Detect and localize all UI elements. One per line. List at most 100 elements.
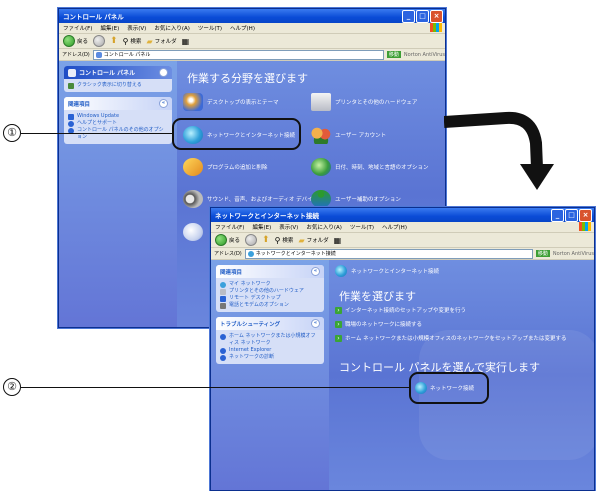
side-title: コントロール パネル [79, 70, 136, 77]
help-support-link[interactable]: ヘルプとサポート [68, 120, 168, 127]
address-label: アドレス(D) [62, 52, 90, 58]
related-box: 関連項目 « Windows Update ヘルプとサポート コントロール パネ… [64, 97, 172, 144]
troubleshooting-title: トラブルシューティング [220, 321, 281, 328]
collapse-icon[interactable]: « [311, 267, 320, 276]
help-icon [220, 355, 226, 361]
collapse-icon[interactable]: « [311, 319, 320, 328]
folders-button[interactable]: ▰ フォルダ [146, 37, 176, 46]
menu-tools[interactable]: ツール(T) [198, 24, 222, 32]
troubleshooting-box: トラブルシューティング « ホーム ネットワークまたは小規模オフィス ネットワー… [216, 317, 324, 364]
task-home-network-setup[interactable]: › ホーム ネットワークまたは小規模オフィスのネットワークをセットアップまたは変… [335, 334, 566, 342]
address-bar: アドレス(D) ネットワークとインターネット接続 移動 Norton AntiV… [211, 248, 594, 260]
address-field[interactable]: コントロール パネル [92, 49, 384, 60]
collapse-icon[interactable]: « [159, 68, 168, 77]
classic-view-link[interactable]: クラシック表示に切り替える [68, 82, 168, 89]
address-field[interactable]: ネットワークとインターネット接続 [244, 248, 533, 259]
category-user-accounts[interactable]: ユーザー アカウント [311, 126, 386, 144]
menu-edit[interactable]: 編集(E) [100, 24, 119, 32]
related-title: 関連項目 [220, 269, 243, 276]
toolbar: 戻る ⬆ ⚲ 検索 ▰ フォルダ ▦ [211, 233, 594, 248]
home-network-help-link[interactable]: ホーム ネットワークまたは小規模オフィス ネットワーク [220, 333, 320, 347]
minimize-button[interactable]: _ [402, 10, 415, 23]
task-pane: 関連項目 « マイ ネットワーク プリンタとその他のハードウェア リモート デス… [211, 260, 329, 490]
internet-explorer-help-link[interactable]: Internet Explorer [220, 347, 320, 354]
phone-modem-link[interactable]: 電話とモデムのオプション [220, 302, 320, 309]
printer-icon [311, 93, 331, 111]
menu-edit[interactable]: 編集(E) [252, 223, 271, 231]
maximize-button[interactable]: □ [416, 10, 429, 23]
menu-favorites[interactable]: お気に入り(A) [154, 24, 190, 32]
minimize-button[interactable]: _ [551, 209, 564, 222]
search-button[interactable]: ⚲ 検索 [275, 236, 294, 245]
menu-view[interactable]: 表示(V) [127, 24, 146, 32]
back-arrow-icon [215, 234, 227, 246]
arrow-right-icon: › [335, 334, 342, 342]
control-panel-box: コントロール パネル « クラシック表示に切り替える [64, 66, 172, 92]
folder-icon: ▰ [146, 36, 153, 46]
up-folder-icon[interactable]: ⬆ [110, 36, 118, 46]
category-add-remove-programs[interactable]: プログラムの追加と削除 [183, 158, 267, 176]
search-icon: ⚲ [122, 36, 129, 46]
category-sounds[interactable]: サウンド、音声、およびオーディオ デバイス [183, 190, 318, 208]
menu-favorites[interactable]: お気に入り(A) [306, 223, 342, 231]
page-heading: 作業する分野を選びます [187, 72, 308, 85]
printers-link[interactable]: プリンタとその他のハードウェア [220, 288, 320, 295]
help-icon [220, 334, 226, 340]
windows-logo-icon [430, 23, 442, 32]
menu-tools[interactable]: ツール(T) [350, 223, 374, 231]
forward-arrow-icon [93, 35, 106, 47]
menu-bar: ファイル(F) 編集(E) 表示(V) お気に入り(A) ツール(T) ヘルプ(… [211, 222, 594, 233]
network-diagnostics-link[interactable]: ネットワークの診断 [220, 354, 320, 361]
remote-desktop-link[interactable]: リモート デスクトップ [220, 295, 320, 302]
my-network-link[interactable]: マイ ネットワーク [220, 281, 320, 288]
maximize-button[interactable]: □ [565, 209, 578, 222]
norton-label: Norton AntiVirus [403, 51, 445, 58]
control-panel-icon [95, 51, 102, 58]
menu-help[interactable]: ヘルプ(H) [230, 24, 255, 32]
help-icon [68, 121, 74, 127]
windows-update-icon [68, 114, 74, 120]
performance-icon[interactable] [183, 223, 203, 241]
task-internet-setup[interactable]: › インターネット接続のセットアップや変更を行う [335, 306, 466, 314]
close-button[interactable]: × [430, 10, 443, 23]
back-button[interactable]: 戻る [63, 35, 88, 47]
collapse-icon[interactable]: « [159, 99, 168, 108]
callout-number-1: ① [3, 124, 21, 142]
callout-leader-1 [21, 133, 172, 135]
accessibility-icon [311, 190, 331, 208]
task-workplace-connect[interactable]: › 職場のネットワークに接続する [335, 320, 422, 328]
folders-button[interactable]: ▰ フォルダ [298, 236, 328, 245]
category-printers[interactable]: プリンタとその他のハードウェア [311, 93, 417, 111]
phone-icon [220, 303, 226, 309]
windows-logo-icon [579, 222, 591, 231]
search-icon: ⚲ [274, 235, 281, 245]
views-button[interactable]: ▦ [334, 236, 342, 245]
views-button[interactable]: ▦ [182, 37, 190, 46]
network-icon [220, 282, 226, 288]
related-box: 関連項目 « マイ ネットワーク プリンタとその他のハードウェア リモート デス… [216, 265, 324, 312]
callout-number-2: ② [3, 378, 21, 396]
go-button[interactable]: 移動 [386, 51, 401, 58]
category-accessibility[interactable]: ユーザー補助のオプション [311, 190, 401, 208]
network-connections-window: ネットワークとインターネット接続 _ □ × ファイル(F) 編集(E) 表示(… [210, 207, 595, 491]
users-icon [311, 126, 331, 144]
up-folder-icon[interactable]: ⬆ [262, 235, 270, 245]
network-globe-icon [335, 265, 347, 277]
close-button[interactable]: × [579, 209, 592, 222]
back-button[interactable]: 戻る [215, 234, 240, 246]
menu-file[interactable]: ファイル(F) [63, 24, 92, 32]
callout-leader-2 [21, 387, 409, 389]
remote-desktop-icon [220, 296, 226, 302]
menu-help[interactable]: ヘルプ(H) [382, 223, 407, 231]
forward-button[interactable] [93, 35, 106, 47]
menu-file[interactable]: ファイル(F) [215, 223, 244, 231]
go-button[interactable]: 移動 [535, 250, 550, 257]
category-date-time-region[interactable]: 日付、時刻、地域と言語のオプション [311, 158, 429, 176]
forward-arrow-icon [245, 234, 258, 246]
menu-view[interactable]: 表示(V) [279, 223, 298, 231]
callout-highlight-1 [172, 118, 301, 150]
search-button[interactable]: ⚲ 検索 [123, 37, 142, 46]
category-appearance[interactable]: デスクトップの表示とテーマ [183, 93, 279, 111]
windows-update-link[interactable]: Windows Update [68, 113, 168, 120]
forward-button[interactable] [245, 234, 258, 246]
